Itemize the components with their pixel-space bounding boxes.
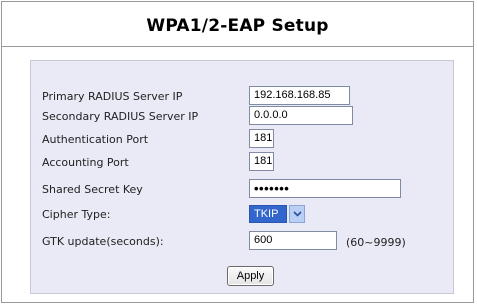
gtk-update-input[interactable]: 600 xyxy=(249,231,337,250)
shared-secret-input[interactable]: ••••••• xyxy=(249,179,401,198)
secondary-radius-ip-input[interactable]: 0.0.0.0 xyxy=(249,106,353,125)
acct-port-input[interactable]: 1813 xyxy=(249,152,274,171)
cipher-type-value: TKIP xyxy=(249,205,287,223)
cipher-type-select[interactable]: TKIP xyxy=(249,205,305,223)
secondary-radius-ip-label: Secondary RADIUS Server IP xyxy=(42,110,199,123)
setup-window: WPA1/2-EAP Setup Primary RADIUS Server I… xyxy=(1,1,474,303)
gtk-update-label: GTK update(seconds): xyxy=(42,235,164,248)
apply-button[interactable]: Apply xyxy=(227,266,274,286)
gtk-range-hint: (60~9999) xyxy=(346,236,406,249)
chevron-down-icon[interactable] xyxy=(289,205,305,223)
primary-radius-ip-label: Primary RADIUS Server IP xyxy=(42,90,183,103)
acct-port-label: Accounting Port xyxy=(42,156,129,169)
shared-secret-label: Shared Secret Key xyxy=(42,183,143,196)
cipher-type-label: Cipher Type: xyxy=(42,208,111,221)
page-title: WPA1/2-EAP Setup xyxy=(146,16,329,36)
title-divider xyxy=(2,46,473,47)
auth-port-label: Authentication Port xyxy=(42,133,149,146)
auth-port-input[interactable]: 1812 xyxy=(249,129,274,148)
primary-radius-ip-input[interactable]: 192.168.168.85 xyxy=(249,86,350,105)
